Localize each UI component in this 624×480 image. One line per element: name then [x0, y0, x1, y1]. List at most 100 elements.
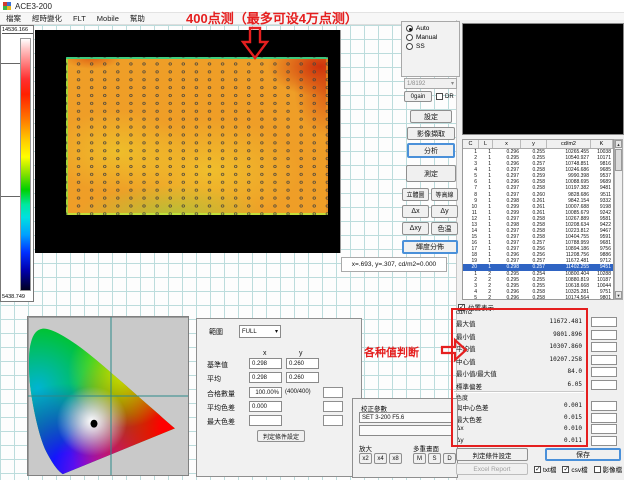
stat-value: 10207.258 [549, 356, 582, 366]
average-label: 平均 [207, 374, 221, 384]
window-title: ACE3-200 [15, 2, 52, 11]
app-icon [3, 2, 11, 10]
cell: 10174.564 [547, 295, 591, 301]
max-colordiff-field [249, 415, 282, 426]
stats-section-luminance: cd/m2 [456, 310, 472, 316]
delta-y-button[interactable]: Δy [431, 205, 458, 218]
judgement-indicator-column [591, 310, 621, 447]
cell: 9801 [591, 295, 613, 301]
analyze-button[interactable]: 分析 [407, 143, 455, 158]
range-panel: 範圍 FULL▾ x y 基準值 0.298 0.260 平均 0.298 0.… [196, 318, 362, 477]
range-value: FULL [242, 329, 257, 335]
zoom-x8-button[interactable]: x8 [389, 453, 402, 464]
cie-horseshoe [28, 317, 188, 475]
cie-diagram-panel[interactable] [27, 316, 189, 476]
radio-row-auto: Auto [406, 25, 429, 32]
pass-count-field: 100.00% [249, 387, 282, 398]
dr-checkbox[interactable] [436, 93, 443, 100]
stat-value: 0.011 [564, 437, 582, 444]
range-label: 範圍 [209, 327, 223, 337]
menu-item-1[interactable]: 經時變化 [32, 13, 62, 24]
reference-y-field[interactable]: 0.260 [286, 358, 319, 369]
scroll-thumb[interactable] [615, 149, 622, 171]
cell: 2 [479, 295, 493, 301]
multiscreen-S-button[interactable]: S [428, 453, 441, 464]
menu-item-4[interactable]: 幫助 [130, 13, 145, 24]
menu-item-2[interactable]: FLT [73, 14, 86, 23]
delta-x-button[interactable]: Δx [402, 205, 429, 218]
stat-value: 0.010 [564, 425, 582, 432]
shutter-dropdown[interactable]: 1/8192▾ [404, 78, 457, 89]
measure-button[interactable]: 測定 [406, 165, 456, 182]
judge-indicator-box [591, 342, 617, 352]
scale-tick [1, 196, 20, 197]
judge-indicator-box [591, 401, 617, 411]
col-y-header: y [299, 350, 303, 357]
measurement-points-grid [66, 57, 328, 215]
image-capture-button[interactable]: 影像擷取 [407, 127, 455, 140]
stat-row: 最小值9801.896 [456, 331, 582, 341]
stat-value: 0.001 [564, 402, 582, 412]
zero-gain-button[interactable]: 0gain [404, 91, 432, 102]
scroll-up-icon[interactable]: ▲ [615, 140, 622, 148]
luminance-distribution-button[interactable]: 輝度分佈 [402, 240, 458, 254]
radio-auto[interactable] [406, 25, 413, 32]
range-dropdown[interactable]: FULL ▾ [239, 325, 281, 338]
stat-value: 84.0 [568, 368, 582, 378]
average-x-field[interactable]: 0.298 [249, 372, 282, 383]
judge-indicator-box [591, 317, 617, 327]
table-row[interactable]: 520.2960.25810174.5649801 [463, 295, 613, 301]
multiscreen-D-button[interactable]: D [443, 453, 456, 464]
save-button[interactable]: 保存 [545, 448, 621, 461]
excel-report-button[interactable]: Excel Report [456, 463, 528, 475]
judge-indicator-box [591, 355, 617, 365]
scale-min-value: 5438.749 [2, 294, 33, 300]
reference-x-field[interactable]: 0.298 [249, 358, 282, 369]
format-label: 影像檔 [603, 464, 623, 474]
radio-manual[interactable] [406, 34, 413, 41]
column-header-x: x [493, 140, 521, 148]
judge-indicator-box [591, 424, 617, 434]
chevron-down-icon: ▾ [451, 80, 454, 87]
delta-xy-button[interactable]: Δxy [402, 222, 429, 235]
judge-condition-button-footer[interactable]: 判定條件設定 [456, 448, 528, 461]
table-scrollbar[interactable]: ▲ ▼ [614, 139, 623, 300]
radio-ss[interactable] [406, 43, 413, 50]
format-checkbox-1[interactable]: ✓ [562, 466, 569, 473]
rainbow-scale-bar [20, 38, 31, 291]
zoom-x2-button[interactable]: x2 [359, 453, 372, 464]
judge-indicator-box [591, 436, 617, 446]
col-x-header: x [263, 350, 267, 357]
measurement-table[interactable]: CLxycd/m2K110.2960.25510265.45510038210.… [462, 139, 614, 300]
radio-label: Auto [416, 25, 429, 32]
cell: 0.296 [493, 295, 521, 301]
judge-indicator-box [591, 413, 617, 423]
stat-row: Δy0.011 [456, 437, 582, 444]
format-checkbox-0[interactable]: ✓ [534, 466, 541, 473]
stat-label: 最大色差 [456, 414, 482, 424]
column-header-L: L [479, 140, 493, 148]
cell: 0.258 [521, 295, 547, 301]
multiscreen-M-button[interactable]: M [413, 453, 426, 464]
color-temp-button[interactable]: 色温 [431, 222, 458, 235]
settings-button[interactable]: 設定 [410, 110, 452, 123]
calibration-set-field[interactable]: SET 3-200 F5.6 [359, 412, 453, 423]
view-3d-button[interactable]: 立體圖 [402, 188, 429, 201]
judge-condition-button[interactable]: 判定條件設定 [257, 430, 305, 442]
format-option-2: 影像檔 [594, 464, 623, 474]
menu-item-0[interactable]: 檔案 [6, 13, 21, 24]
stat-row: 最大值11672.481 [456, 318, 582, 328]
judge-indicator-box [323, 387, 343, 398]
format-checkbox-2[interactable] [594, 466, 601, 473]
average-y-field[interactable]: 0.260 [286, 372, 319, 383]
judge-indicator-box [323, 401, 343, 412]
calibration-extra-field[interactable] [359, 425, 453, 436]
chevron-down-icon: ▾ [275, 328, 278, 335]
stat-row: Δx0.010 [456, 425, 582, 432]
contour-button[interactable]: 等高線 [431, 188, 458, 201]
zoom-x4-button[interactable]: x4 [374, 453, 387, 464]
avg-colordiff-label: 平均色差 [207, 403, 235, 413]
menu-item-3[interactable]: Mobile [97, 14, 119, 23]
scroll-down-icon[interactable]: ▼ [615, 291, 622, 299]
column-header-C: C [463, 140, 479, 148]
